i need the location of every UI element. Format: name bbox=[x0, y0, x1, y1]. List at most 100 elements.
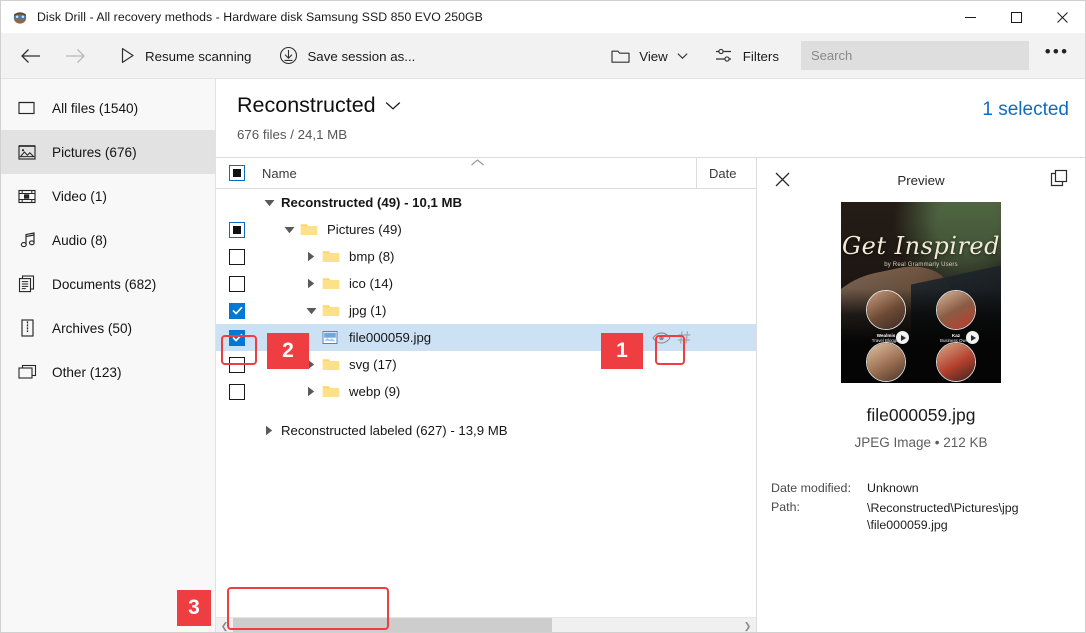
preview-thumbnail-wrap: Get Inspired by Real Grammarly Users Wea… bbox=[757, 202, 1085, 383]
annotation-marker-3: 3 bbox=[177, 590, 211, 626]
table-row[interactable]: webp (9) bbox=[216, 378, 756, 405]
row-label: jpg (1) bbox=[349, 303, 387, 318]
filters-label: Filters bbox=[742, 48, 779, 64]
sidebar-item-label: Archives (50) bbox=[52, 320, 133, 336]
content-header: Reconstructed 676 files / 24,1 MB 1 sele… bbox=[216, 79, 1085, 157]
other-icon bbox=[18, 363, 37, 382]
preview-eye-icon[interactable] bbox=[652, 331, 671, 345]
sidebar-item-archives[interactable]: Archives (50) bbox=[1, 306, 215, 350]
sidebar-item-label: Pictures (676) bbox=[52, 144, 137, 160]
save-session-button[interactable]: Save session as... bbox=[273, 36, 425, 76]
file-tree-body: Reconstructed (49) - 10,1 MB Pictures (4… bbox=[216, 189, 756, 617]
scroll-left-arrow-icon[interactable]: ❮ bbox=[216, 621, 233, 631]
row-checkbox[interactable] bbox=[216, 221, 258, 238]
sidebar-item-pictures[interactable]: Pictures (676) bbox=[1, 130, 215, 174]
audio-icon bbox=[18, 231, 37, 250]
table-row[interactable]: jpg (1) bbox=[216, 297, 756, 324]
chevron-down-icon bbox=[677, 52, 688, 60]
pictures-icon bbox=[18, 143, 37, 162]
save-download-icon bbox=[279, 46, 298, 65]
row-label: webp (9) bbox=[349, 384, 401, 399]
row-label: bmp (8) bbox=[349, 249, 395, 264]
forward-arrow-icon bbox=[53, 36, 97, 76]
avatar: Stephen Fashion Journalism Professor bbox=[866, 342, 906, 383]
sidebar-item-audio[interactable]: Audio (8) bbox=[1, 218, 215, 262]
close-preview-icon[interactable] bbox=[769, 166, 795, 192]
toolbar: Resume scanning Save session as... View bbox=[1, 33, 1085, 79]
annotation-marker-2: 2 bbox=[267, 333, 309, 369]
main-body: All files (1540) Pictures (676) Video (1… bbox=[1, 79, 1085, 632]
folder-icon bbox=[322, 384, 342, 399]
resume-scanning-button[interactable]: Resume scanning bbox=[113, 36, 261, 76]
scrollbar-thumb[interactable] bbox=[233, 617, 552, 632]
row-checkbox[interactable] bbox=[216, 383, 258, 400]
preview-title: Preview bbox=[897, 172, 945, 188]
more-options-button[interactable]: ••• bbox=[1035, 36, 1079, 76]
column-header-name[interactable]: Name bbox=[258, 158, 696, 181]
row-checkbox[interactable] bbox=[216, 275, 258, 292]
folder-icon bbox=[300, 222, 320, 237]
file-tree-header: Name Date bbox=[216, 157, 756, 189]
row-label: svg (17) bbox=[349, 357, 397, 372]
scrollbar-track[interactable] bbox=[233, 617, 739, 632]
search-input[interactable]: Search bbox=[801, 41, 1029, 70]
preview-thumbnail[interactable]: Get Inspired by Real Grammarly Users Wea… bbox=[841, 202, 1001, 383]
row-actions bbox=[652, 330, 756, 345]
sidebar-item-label: All files (1540) bbox=[52, 100, 139, 116]
horizontal-scrollbar[interactable]: ❮ ❯ bbox=[216, 617, 756, 632]
sidebar-item-video[interactable]: Video (1) bbox=[1, 174, 215, 218]
preview-image-subhead: by Real Grammarly Users bbox=[884, 262, 958, 268]
window-controls bbox=[947, 1, 1085, 33]
row-checkbox[interactable] bbox=[216, 356, 258, 373]
avatar: Kaz Business Owner bbox=[936, 290, 979, 344]
selected-count-badge: 1 selected bbox=[982, 99, 1069, 120]
disk-drill-icon bbox=[12, 9, 28, 25]
preview-filename: file000059.jpg bbox=[866, 405, 976, 425]
documents-icon bbox=[18, 275, 37, 294]
select-all-checkbox[interactable] bbox=[216, 165, 258, 181]
folder-icon bbox=[322, 249, 342, 264]
page-title[interactable]: Reconstructed bbox=[237, 93, 982, 118]
sort-ascending-icon bbox=[470, 158, 485, 167]
file-tree-pane: Name Date Reconstructed (49) - 10,1 MB P… bbox=[216, 157, 757, 632]
filters-button[interactable]: Filters bbox=[708, 36, 789, 76]
twisty-expanded-icon[interactable] bbox=[278, 226, 300, 234]
chevron-down-icon[interactable] bbox=[385, 101, 401, 111]
preview-file-meta: JPEG Image • 212 KB bbox=[854, 435, 988, 450]
row-checkbox[interactable] bbox=[216, 248, 258, 265]
table-row[interactable]: Pictures (49) bbox=[216, 216, 756, 243]
table-row[interactable]: bmp (8) bbox=[216, 243, 756, 270]
twisty-collapsed-icon[interactable] bbox=[300, 278, 322, 289]
minimize-button[interactable] bbox=[947, 1, 993, 33]
sidebar-item-label: Audio (8) bbox=[52, 232, 108, 248]
table-row[interactable]: Reconstructed (49) - 10,1 MB bbox=[216, 189, 756, 216]
title-bar: Disk Drill - All recovery methods - Hard… bbox=[1, 1, 1085, 33]
file-row-checkbox[interactable] bbox=[216, 329, 258, 346]
sidebar-item-label: Documents (682) bbox=[52, 276, 157, 292]
twisty-collapsed-icon[interactable] bbox=[300, 386, 322, 397]
scroll-right-arrow-icon[interactable]: ❯ bbox=[739, 621, 756, 631]
row-checkbox[interactable] bbox=[216, 302, 258, 319]
sidebar-item-other[interactable]: Other (123) bbox=[1, 350, 215, 394]
open-in-new-window-icon[interactable] bbox=[1047, 166, 1071, 190]
property-path: Path: \Reconstructed\Pictures\jpg \file0… bbox=[771, 500, 1019, 532]
avatar: Wealmis Travel Blogger bbox=[866, 290, 909, 344]
maximize-button[interactable] bbox=[993, 1, 1039, 33]
sidebar-item-label: Other (123) bbox=[52, 364, 122, 380]
column-header-date[interactable]: Date bbox=[696, 157, 756, 189]
table-row[interactable]: Reconstructed labeled (627) - 13,9 MB bbox=[216, 417, 756, 444]
twisty-expanded-icon[interactable] bbox=[258, 199, 280, 207]
twisty-expanded-icon[interactable] bbox=[300, 307, 322, 315]
hash-icon[interactable] bbox=[677, 330, 692, 345]
sidebar-item-documents[interactable]: Documents (682) bbox=[1, 262, 215, 306]
view-button[interactable]: View bbox=[605, 36, 698, 76]
sidebar-item-all-files[interactable]: All files (1540) bbox=[1, 86, 215, 130]
twisty-collapsed-icon[interactable] bbox=[300, 251, 322, 262]
back-arrow-icon[interactable] bbox=[9, 36, 53, 76]
table-row[interactable]: ico (14) bbox=[216, 270, 756, 297]
close-button[interactable] bbox=[1039, 1, 1085, 33]
twisty-collapsed-icon[interactable] bbox=[258, 425, 280, 436]
video-icon bbox=[18, 187, 37, 206]
folder-icon bbox=[611, 48, 630, 64]
annotation-marker-1: 1 bbox=[601, 333, 643, 369]
